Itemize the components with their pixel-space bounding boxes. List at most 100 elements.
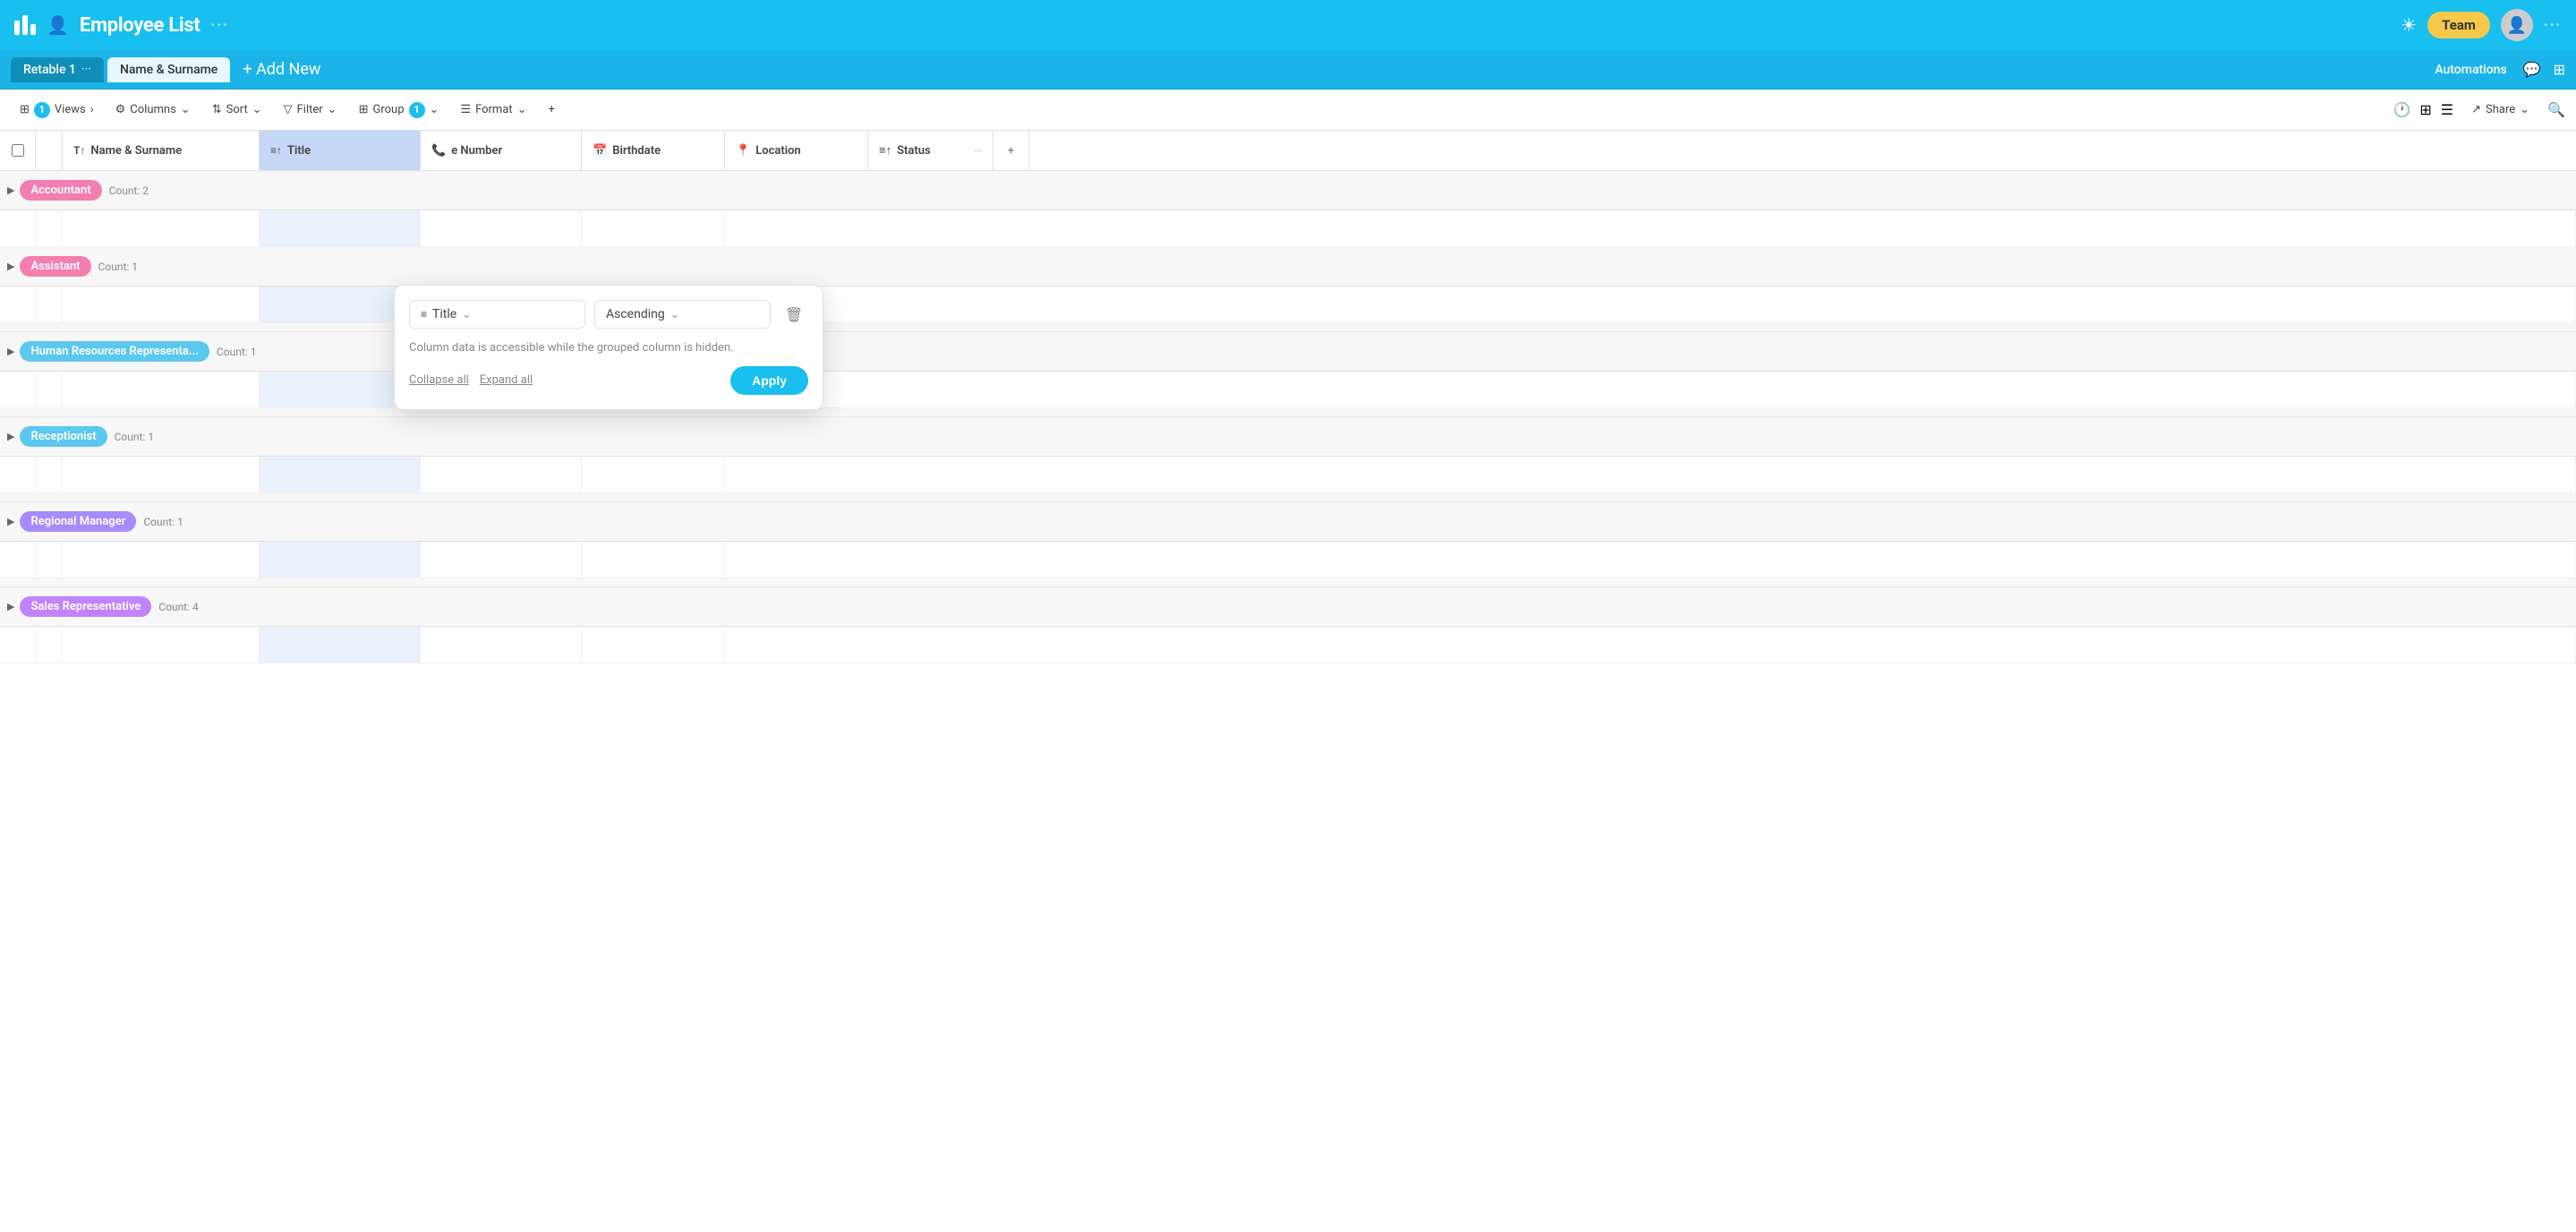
- popup-links: Collapse all Expand all: [409, 373, 533, 387]
- empty-rest-receptionist: [725, 457, 2576, 492]
- col-header-status: ≡↑ Status ···: [868, 131, 994, 170]
- status-col-icon: ≡↑: [879, 143, 891, 158]
- filter-button[interactable]: ▽ Filter ⌄: [275, 98, 346, 121]
- col-header-location: 📍 Location: [725, 131, 868, 170]
- app-more-icon[interactable]: ···: [2544, 16, 2562, 35]
- column-select-label: Title: [432, 307, 456, 321]
- apply-button[interactable]: Apply: [730, 366, 808, 395]
- tab-retable1-dots[interactable]: ···: [81, 63, 91, 76]
- empty-rest-sales: [725, 627, 2576, 663]
- loc-col-icon: 📍: [736, 144, 750, 158]
- add-tab-button[interactable]: + Add New: [234, 56, 329, 82]
- share-chevron: ⌄: [2520, 103, 2529, 116]
- sort-button[interactable]: ⇅ Sort ⌄: [203, 98, 271, 121]
- tab-bar: Retable 1 ··· Name & Surname + Add New A…: [0, 50, 2576, 90]
- automations-button[interactable]: Automations: [2435, 63, 2506, 77]
- group-chevron: ⌄: [430, 103, 439, 116]
- empty-expand-sales: [36, 627, 63, 663]
- empty-title-receptionist: [260, 457, 421, 492]
- views-badge: 1: [34, 102, 50, 118]
- empty-expand-accountant: [36, 210, 63, 246]
- group-toggle-hr[interactable]: ▶: [7, 346, 14, 357]
- history-icon[interactable]: 🕐: [2393, 101, 2410, 118]
- avatar[interactable]: 👤: [2501, 9, 2533, 41]
- sort-icon: ⇅: [212, 103, 222, 116]
- col-add-button[interactable]: +: [994, 131, 1029, 170]
- sort-chevron: ⌄: [252, 103, 262, 116]
- status-col-label: Status: [897, 144, 931, 158]
- add-column-button[interactable]: +: [540, 98, 564, 121]
- table-container: T↑ Name & Surname ≡↑ Title 📞 e Number 📅 …: [0, 131, 2576, 1232]
- empty-rest-accountant: [725, 210, 2576, 246]
- empty-title-regional: [260, 542, 421, 578]
- columns-label: Columns: [130, 103, 176, 116]
- table-body: ▶ Accountant Count: 2 ▶ Assistant Count:…: [0, 171, 2576, 1232]
- column-select[interactable]: ≡ Title ⌄: [409, 300, 585, 329]
- logo[interactable]: [14, 15, 36, 35]
- empty-birth-regional: [582, 542, 725, 578]
- toolbar-right: 🕐 ⊞ ☰ ↗ Share ⌄ 🔍: [2393, 98, 2565, 121]
- filter-icon: ▽: [284, 103, 293, 116]
- grid-icon[interactable]: ⊞: [2419, 101, 2431, 118]
- empty-expand-regional: [36, 542, 63, 578]
- views-button[interactable]: ⊞ 1 Views ›: [11, 98, 103, 123]
- filter-chevron: ⌄: [328, 103, 337, 116]
- delete-group-button[interactable]: 🗑: [780, 300, 808, 329]
- tab-retable1[interactable]: Retable 1 ···: [11, 57, 104, 82]
- group-popup-info: Column data is accessible while the grou…: [409, 339, 808, 357]
- format-button[interactable]: ☰ Format ⌄: [451, 98, 535, 121]
- add-column-icon: +: [549, 103, 555, 116]
- empty-rest-assistant: [725, 287, 2576, 322]
- group-count-sales: Count: 4: [158, 601, 198, 613]
- list-icon[interactable]: ☰: [2441, 101, 2453, 118]
- collapse-all-link[interactable]: Collapse all: [409, 373, 469, 387]
- group-row-hr: ▶ Human Resources Representa... Count: 1: [0, 332, 2576, 372]
- header-more-icon[interactable]: ···: [211, 16, 229, 35]
- col-expand: [36, 131, 63, 170]
- empty-phone-accountant: [421, 210, 582, 246]
- order-select-chevron: ⌄: [670, 308, 679, 321]
- group-toggle-sales[interactable]: ▶: [7, 601, 14, 612]
- col-check[interactable]: [0, 131, 36, 170]
- group-label-sales: Sales Representative: [20, 596, 151, 617]
- group-popup-row: ≡ Title ⌄ Ascending ⌄ 🗑: [409, 300, 808, 329]
- empty-phone-receptionist: [421, 457, 582, 492]
- order-select[interactable]: Ascending ⌄: [594, 300, 771, 329]
- sun-icon[interactable]: ☀: [2401, 14, 2417, 36]
- tab-name-surname[interactable]: Name & Surname: [107, 57, 230, 82]
- empty-expand-assistant: [36, 287, 63, 322]
- popup-info-text: Column data is accessible while the grou…: [409, 341, 734, 355]
- expand-all-link[interactable]: Expand all: [480, 373, 533, 387]
- title-col-icon: ≡↑: [270, 144, 282, 157]
- row-separator-2: [0, 408, 2576, 417]
- col-header-title: ≡↑ Title: [260, 131, 421, 170]
- toolbar: ⊞ 1 Views › ⚙ Columns ⌄ ⇅ Sort ⌄ ▽ Filte…: [0, 90, 2576, 131]
- logo-bar-2: [22, 15, 28, 35]
- empty-name-accountant: [63, 210, 260, 246]
- col-header-name: T↑ Name & Surname: [63, 131, 260, 170]
- search-icon[interactable]: 🔍: [2547, 101, 2565, 118]
- table-icon[interactable]: ⊞: [2554, 61, 2565, 78]
- name-col-label: Name & Surname: [90, 144, 182, 158]
- empty-check-accountant: [0, 210, 36, 246]
- group-toggle-regional[interactable]: ▶: [7, 516, 14, 527]
- tab-right-icons: 💬 ⊞: [2523, 61, 2565, 78]
- top-header: 👤 Employee List ··· ☀ Team 👤 ···: [0, 0, 2576, 50]
- empty-check-sales: [0, 627, 36, 663]
- team-badge[interactable]: Team: [2427, 12, 2490, 38]
- select-all-checkbox[interactable]: [12, 144, 24, 157]
- status-col-more: ···: [973, 145, 982, 157]
- group-toggle-accountant[interactable]: ▶: [7, 184, 14, 196]
- share-button[interactable]: ↗ Share ⌄: [2462, 98, 2538, 121]
- person-icon: 👤: [47, 14, 69, 36]
- row-separator-3: [0, 493, 2576, 502]
- group-toggle-assistant[interactable]: ▶: [7, 261, 14, 272]
- chat-icon[interactable]: 💬: [2523, 61, 2541, 78]
- empty-title-sales: [260, 627, 421, 663]
- empty-birth-sales: [582, 627, 725, 663]
- group-toggle-receptionist[interactable]: ▶: [7, 431, 14, 442]
- columns-button[interactable]: ⚙ Columns ⌄: [107, 98, 200, 121]
- empty-check-hr: [0, 372, 36, 407]
- group-button[interactable]: ⊞ Group 1 ⌄: [350, 98, 448, 123]
- page-title: Employee List: [80, 14, 200, 37]
